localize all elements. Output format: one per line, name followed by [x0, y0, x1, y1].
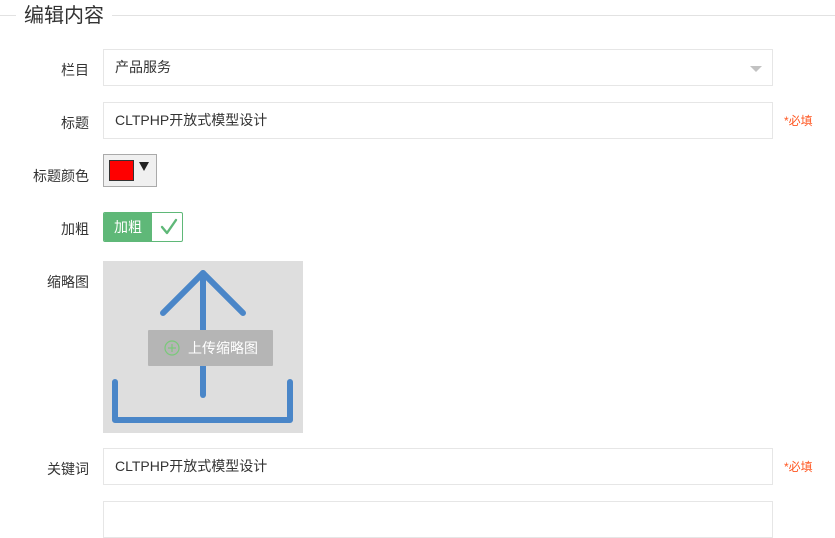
keywords-label: 关键词	[47, 461, 89, 477]
title-color-label: 标题颜色	[33, 168, 89, 184]
title-input[interactable]: CLTPHP开放式模型设计	[103, 102, 773, 139]
title-required-hint: *必填	[784, 114, 813, 128]
title-color-picker[interactable]	[103, 154, 157, 187]
thumbnail-label: 缩略图	[47, 274, 89, 290]
title-label: 标题	[61, 115, 89, 131]
keywords-input[interactable]: CLTPHP开放式模型设计	[103, 448, 773, 485]
keywords-required-hint: *必填	[784, 460, 813, 474]
column-select[interactable]: 产品服务	[103, 49, 773, 86]
thumbnail-preview[interactable]: 上传缩略图	[103, 261, 303, 433]
bold-switch-text: 加粗	[104, 213, 152, 241]
bold-label: 加粗	[61, 221, 89, 237]
chevron-down-icon	[750, 66, 762, 72]
title-input-value: CLTPHP开放式模型设计	[115, 112, 268, 128]
checkmark-icon	[160, 218, 178, 235]
bold-switch[interactable]: 加粗	[103, 212, 183, 242]
legend-divider	[0, 15, 835, 16]
dropdown-arrow-icon	[139, 162, 149, 171]
next-field-input[interactable]	[103, 501, 773, 538]
color-swatch	[109, 160, 134, 181]
column-label: 栏目	[61, 62, 89, 78]
upload-thumbnail-label: 上传缩略图	[188, 340, 258, 356]
column-select-value: 产品服务	[115, 59, 171, 75]
page-title: 编辑内容	[16, 3, 112, 29]
upload-thumbnail-button[interactable]: 上传缩略图	[148, 330, 273, 366]
plus-circle-icon	[164, 340, 180, 356]
keywords-input-value: CLTPHP开放式模型设计	[115, 458, 268, 474]
